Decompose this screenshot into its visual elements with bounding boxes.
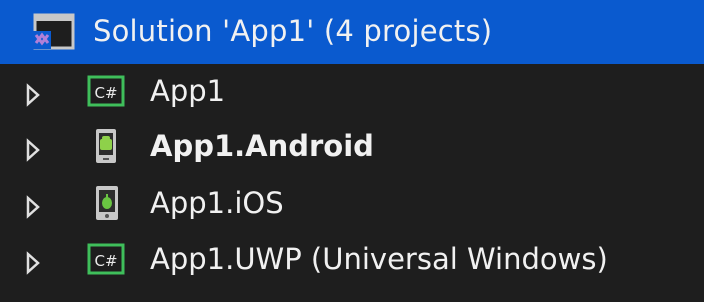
ios-project-icon	[87, 185, 127, 221]
csharp-project-icon: C#	[87, 241, 127, 277]
project-node-app1-ios[interactable]: App1.iOS	[0, 180, 704, 228]
visual-studio-solution-icon	[31, 13, 75, 51]
expand-arrow-icon[interactable]	[25, 135, 41, 162]
project-label: App1.iOS	[150, 186, 284, 220]
csharp-project-icon: C#	[87, 73, 127, 109]
project-label: App1.Android	[150, 129, 374, 163]
project-node-app1[interactable]: C# App1	[0, 68, 704, 116]
solution-node[interactable]: Solution 'App1' (4 projects)	[0, 0, 704, 64]
solution-explorer-tree: Solution 'App1' (4 projects) C# App1 App…	[0, 0, 704, 302]
expand-arrow-icon[interactable]	[25, 80, 41, 107]
svg-text:C#: C#	[94, 252, 117, 270]
expand-arrow-icon[interactable]	[25, 192, 41, 219]
android-project-icon	[87, 128, 127, 164]
project-label: App1.UWP (Universal Windows)	[150, 242, 608, 276]
project-label: App1	[150, 74, 226, 108]
project-node-app1-android[interactable]: App1.Android	[0, 123, 704, 171]
solution-label: Solution 'App1' (4 projects)	[93, 14, 493, 48]
svg-text:C#: C#	[94, 84, 117, 102]
expand-arrow-icon[interactable]	[25, 248, 41, 275]
project-node-app1-uwp[interactable]: C# App1.UWP (Universal Windows)	[0, 236, 704, 284]
